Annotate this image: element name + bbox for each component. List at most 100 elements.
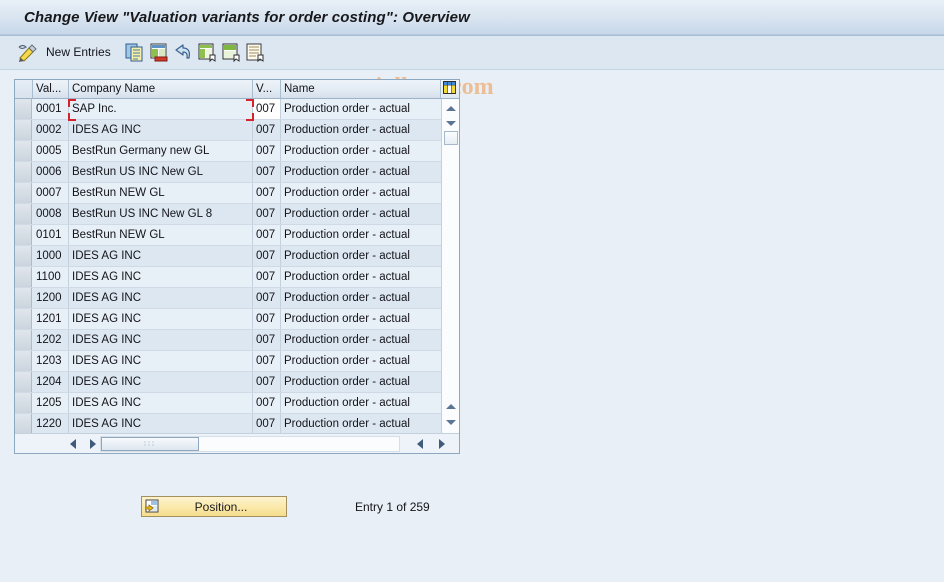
undo-icon[interactable] (173, 42, 193, 64)
table-row[interactable]: 1220 IDES AG INC 007 Production order - act… (15, 414, 441, 434)
cell-variant[interactable]: 007 (253, 372, 281, 392)
row-select-cell[interactable] (15, 288, 32, 308)
cell-variant[interactable]: 007 (253, 225, 281, 245)
table-row[interactable]: 1204 IDES AG INC 007 Production order - act… (15, 372, 441, 393)
table-row[interactable]: 0008 BestRun US INC New GL 8 007 Production… (15, 204, 441, 225)
cell-variant[interactable]: 007 (253, 183, 281, 203)
cell-valuation-area[interactable]: 0005 (33, 141, 69, 161)
row-select-cell[interactable] (15, 309, 32, 329)
details-icon[interactable] (245, 42, 265, 64)
cell-variant[interactable]: 007 (253, 351, 281, 371)
cell-valuation-area[interactable]: 1203 (33, 351, 69, 371)
cell-variant[interactable]: 007 (253, 162, 281, 182)
pencil-icon[interactable] (16, 42, 40, 64)
copy-icon[interactable] (125, 42, 145, 64)
cell-valuation-area[interactable]: 1200 (33, 288, 69, 308)
delete-row-icon[interactable] (149, 42, 169, 64)
table-row[interactable]: 1202 IDES AG INC 007 Production order - act… (15, 330, 441, 351)
deselect-all-icon[interactable] (221, 42, 241, 64)
cell-company-name[interactable]: IDES AG INC (69, 330, 253, 350)
row-select-cell[interactable] (15, 204, 32, 224)
cell-valuation-area[interactable]: 0001 (33, 99, 69, 119)
cell-name[interactable]: Production order - actual (281, 309, 441, 329)
table-row[interactable]: 0005 BestRun Germany new GL 007 Production … (15, 141, 441, 162)
row-select-cell[interactable] (15, 141, 32, 161)
cell-company-name[interactable]: IDES AG INC (69, 393, 253, 413)
cell-variant[interactable]: 007 (253, 204, 281, 224)
cell-company-name[interactable]: BestRun NEW GL (69, 225, 253, 245)
cell-valuation-area[interactable]: 1202 (33, 330, 69, 350)
horizontal-scrollbar-thumb[interactable] (101, 437, 199, 451)
cell-variant[interactable]: 007 (253, 246, 281, 266)
cell-valuation-area[interactable]: 1204 (33, 372, 69, 392)
cell-name[interactable]: Production order - actual (281, 288, 441, 308)
scroll-right-button[interactable] (85, 436, 101, 452)
cell-company-name[interactable]: BestRun US INC New GL (69, 162, 253, 182)
select-all-icon[interactable] (197, 42, 217, 64)
cell-variant[interactable]: 007 (253, 393, 281, 413)
column-header-variant[interactable]: V... (253, 80, 281, 98)
cell-company-name[interactable]: IDES AG INC (69, 267, 253, 287)
cell-name[interactable]: Production order - actual (281, 162, 441, 182)
cell-valuation-area[interactable]: 1100 (33, 267, 69, 287)
cell-name[interactable]: Production order - actual (281, 204, 441, 224)
row-select-cell[interactable] (15, 351, 32, 371)
row-select-cell[interactable] (15, 393, 32, 413)
cell-name[interactable]: Production order - actual (281, 372, 441, 392)
cell-name[interactable]: Production order - actual (281, 267, 441, 287)
scroll-left-button[interactable] (65, 436, 81, 452)
cell-name[interactable]: Production order - actual (281, 414, 441, 434)
table-row[interactable]: 1100 IDES AG INC 007 Production order - act… (15, 267, 441, 288)
cell-variant[interactable]: 007 (253, 141, 281, 161)
horizontal-scrollbar[interactable] (15, 433, 459, 453)
cell-company-name[interactable]: IDES AG INC (69, 372, 253, 392)
vertical-scrollbar-thumb[interactable] (444, 131, 458, 145)
cell-company-name[interactable]: IDES AG INC (69, 309, 253, 329)
table-row[interactable]: 1000 IDES AG INC 007 Production order - act… (15, 246, 441, 267)
cell-company-name[interactable]: IDES AG INC (69, 120, 253, 140)
cell-company-name[interactable]: IDES AG INC (69, 246, 253, 266)
table-row[interactable]: 0101 BestRun NEW GL 007 Production order - … (15, 225, 441, 246)
table-row[interactable]: 1201 IDES AG INC 007 Production order - act… (15, 309, 441, 330)
cell-valuation-area[interactable]: 1205 (33, 393, 69, 413)
row-select-cell[interactable] (15, 414, 32, 434)
row-select-cell[interactable] (15, 183, 32, 203)
column-header-select-all[interactable] (15, 80, 33, 98)
column-header-name[interactable]: Name (281, 80, 441, 98)
cell-variant[interactable]: 007 (253, 99, 281, 119)
cell-variant[interactable]: 007 (253, 267, 281, 287)
vertical-scrollbar[interactable] (441, 99, 459, 434)
cell-name[interactable]: Production order - actual (281, 225, 441, 245)
cell-valuation-area[interactable]: 0002 (33, 120, 69, 140)
scroll-page-down-button[interactable] (443, 415, 459, 430)
table-row[interactable]: 0007 BestRun NEW GL 007 Production order - … (15, 183, 441, 204)
cell-name[interactable]: Production order - actual (281, 183, 441, 203)
table-row[interactable]: 1205 IDES AG INC 007 Production order - act… (15, 393, 441, 414)
cell-valuation-area[interactable]: 0008 (33, 204, 69, 224)
cell-company-name[interactable]: BestRun Germany new GL (69, 141, 253, 161)
column-header-company-name[interactable]: Company Name (69, 80, 253, 98)
cell-name[interactable]: Production order - actual (281, 120, 441, 140)
scroll-page-up-button[interactable] (443, 399, 459, 414)
cell-name[interactable]: Production order - actual (281, 99, 441, 119)
cell-name[interactable]: Production order - actual (281, 141, 441, 161)
cell-valuation-area[interactable]: 0007 (33, 183, 69, 203)
row-select-cell[interactable] (15, 225, 32, 245)
row-select-cell[interactable] (15, 372, 32, 392)
cell-name[interactable]: Production order - actual (281, 330, 441, 350)
horizontal-scrollbar-track[interactable] (100, 436, 400, 452)
cell-company-name[interactable]: IDES AG INC (69, 414, 253, 434)
table-settings-icon[interactable] (440, 80, 459, 98)
scroll-down-button[interactable] (443, 116, 459, 131)
table-row[interactable]: 0001 SAP Inc. 007 Production order - actual (15, 99, 441, 120)
cell-name[interactable]: Production order - actual (281, 351, 441, 371)
cell-variant[interactable]: 007 (253, 120, 281, 140)
row-select-cell[interactable] (15, 99, 32, 119)
cell-valuation-area[interactable]: 0006 (33, 162, 69, 182)
scroll-up-button[interactable] (443, 101, 459, 116)
cell-company-name[interactable]: IDES AG INC (69, 351, 253, 371)
table-row[interactable]: 1203 IDES AG INC 007 Production order - act… (15, 351, 441, 372)
column-header-valuation-area[interactable]: Val... (33, 80, 69, 98)
cell-company-name[interactable]: IDES AG INC (69, 288, 253, 308)
scroll-column-left-button[interactable] (412, 436, 428, 452)
